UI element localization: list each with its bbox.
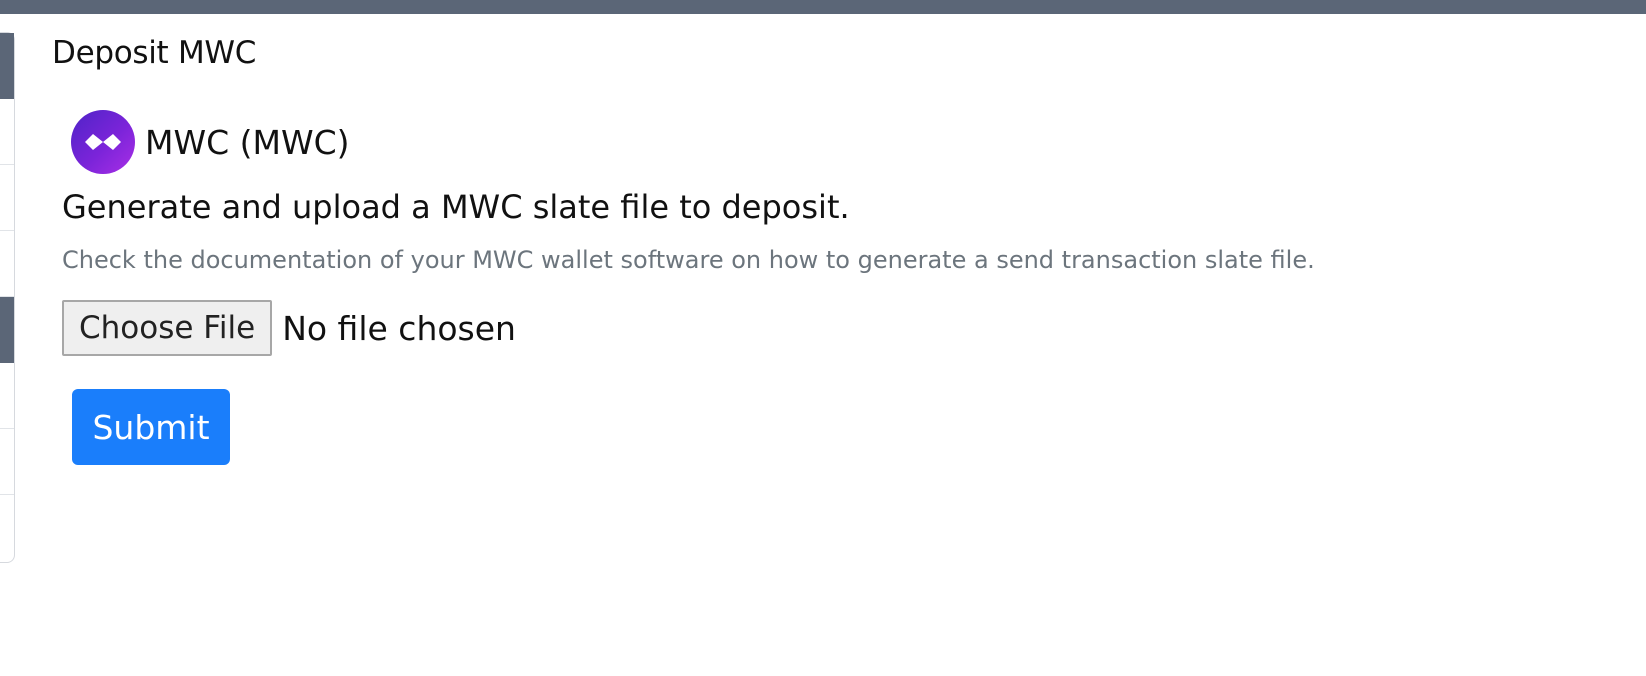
choose-file-button[interactable]: Choose File — [62, 300, 273, 356]
sidebar-item[interactable] — [0, 165, 14, 231]
sidebar-item[interactable] — [0, 231, 14, 297]
page-title: Deposit MWC — [52, 35, 257, 71]
sidebar-item[interactable] — [0, 363, 14, 429]
sidebar-item[interactable] — [0, 429, 14, 495]
coin-header: MWC (MWC) — [71, 110, 350, 174]
sidebar-item[interactable] — [0, 99, 14, 165]
sidebar-item[interactable] — [0, 297, 14, 363]
coin-name: MWC (MWC) — [145, 122, 350, 162]
mwc-logo-icon — [71, 110, 135, 174]
deposit-instructions-heading: Generate and upload a MWC slate file to … — [62, 188, 850, 226]
file-input[interactable]: Choose File No file chosen — [62, 299, 516, 357]
sidebar — [0, 32, 15, 563]
deposit-help-text: Check the documentation of your MWC wall… — [62, 246, 1315, 274]
sidebar-item[interactable] — [0, 495, 14, 561]
submit-button[interactable]: Submit — [72, 389, 230, 465]
file-status-text: No file chosen — [282, 308, 516, 348]
top-navbar — [0, 0, 1646, 14]
sidebar-item[interactable] — [0, 33, 14, 99]
